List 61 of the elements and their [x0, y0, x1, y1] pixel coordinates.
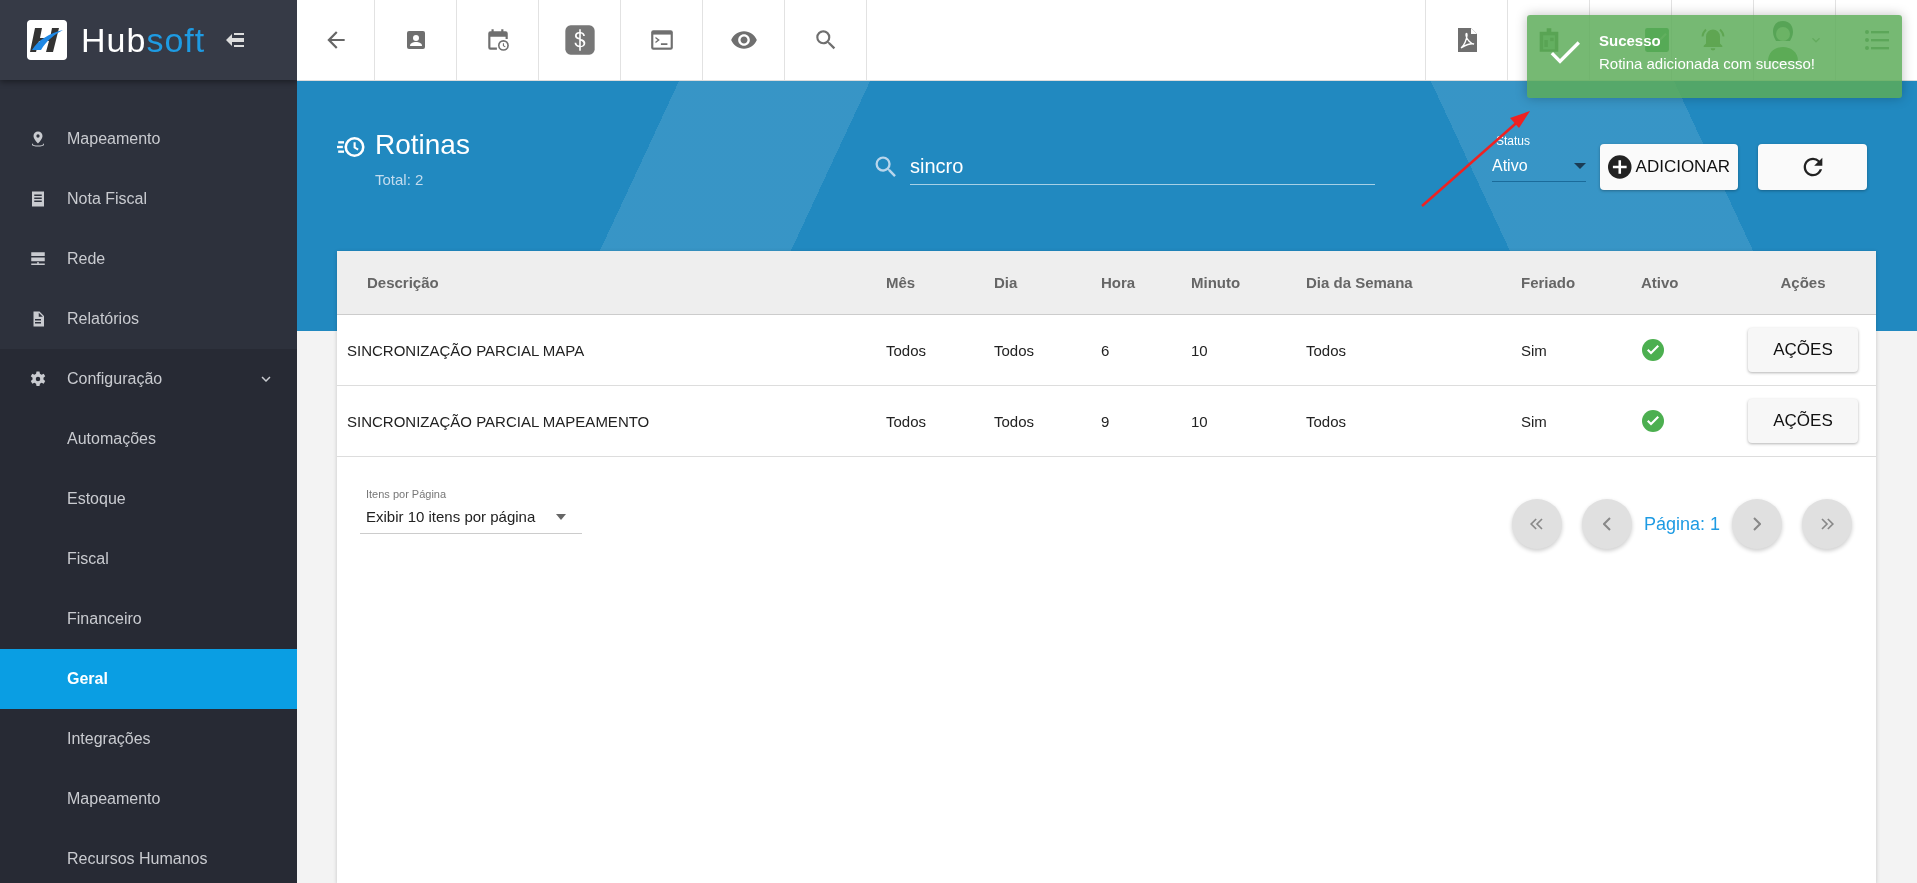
pdf-icon: [1455, 27, 1478, 53]
sidebar-item[interactable]: Automações: [0, 409, 297, 469]
table-cell-text: 10: [1190, 340, 1209, 361]
table-cell-text: SINCRONIZAÇÃO PARCIAL MAPA: [346, 340, 586, 361]
table-cell-text: Todos: [1305, 340, 1348, 361]
toast-title: Sucesso: [1599, 32, 1661, 49]
table-cell-text: Todos: [993, 340, 1036, 361]
table-cell-text: Todos: [1305, 411, 1348, 432]
table-cell-text: Todos: [885, 411, 928, 432]
table-cell-text: 9: [1100, 411, 1111, 432]
map-pin-icon: [29, 130, 47, 148]
sidebar-item[interactable]: Financeiro: [0, 589, 297, 649]
settings-icon: [29, 370, 47, 388]
plus-circle-icon: [1608, 155, 1632, 179]
server-icon: [29, 250, 47, 268]
search-field[interactable]: sincro: [910, 149, 1375, 185]
chevron-left-icon: [1602, 517, 1611, 531]
sidebar-item[interactable]: Configuração: [0, 349, 297, 409]
items-per-page-select[interactable]: Itens por Página Exibir 10 itens por página: [360, 487, 582, 534]
column-header: Ativo: [1640, 273, 1680, 293]
refresh-button[interactable]: [1758, 144, 1867, 190]
last-page-button[interactable]: [1802, 499, 1852, 549]
column-header: Hora: [1100, 273, 1137, 293]
page-number: Página: 1: [1643, 513, 1720, 535]
add-button[interactable]: ADICIONAR: [1600, 144, 1738, 190]
table-cell-text: SINCRONIZAÇÃO PARCIAL MAPEAMENTO: [346, 411, 651, 432]
document-icon: [29, 190, 47, 208]
table-cell-text: Todos: [993, 411, 1036, 432]
toast-message: Rotina adicionada com sucesso!: [1599, 55, 1815, 72]
table-cell-text: 6: [1100, 340, 1111, 361]
sidebar-item[interactable]: Integrações: [0, 709, 297, 769]
table-cell-text: Sim: [1520, 411, 1548, 432]
sidebar-item[interactable]: Fiscal: [0, 529, 297, 589]
sidebar-item[interactable]: Estoque: [0, 469, 297, 529]
chevron-right-icon: [1753, 517, 1761, 531]
table-cell-text: Todos: [885, 340, 928, 361]
column-header: Dia: [993, 273, 1019, 293]
column-header: Feriado: [1520, 273, 1577, 293]
table-cell-text: 10: [1190, 411, 1209, 432]
column-header: Dia da Semana: [1305, 273, 1414, 293]
sidebar-item[interactable]: Rede: [0, 229, 297, 289]
sidebar-item[interactable]: Nota Fiscal: [0, 169, 297, 229]
column-header: Descrição: [366, 273, 440, 293]
total-count: Total: 2: [375, 171, 425, 188]
sidebar-item[interactable]: Mapeamento: [0, 109, 297, 169]
first-page-button[interactable]: [1511, 499, 1562, 549]
table-cell-text: Sim: [1520, 340, 1548, 361]
actions-button[interactable]: AÇÕES: [1748, 399, 1858, 443]
column-header: Minuto: [1190, 273, 1242, 293]
sidebar-item[interactable]: Mapeamento: [0, 769, 297, 829]
actions-button[interactable]: AÇÕES: [1748, 328, 1858, 372]
collapse-menu-icon[interactable]: [225, 32, 246, 48]
column-header: Mês: [885, 273, 917, 293]
dollar-icon: [563, 24, 596, 56]
column-header: Ações: [1779, 273, 1827, 293]
page-title: Rotinas: [375, 129, 470, 161]
terminal-icon: [648, 27, 675, 53]
sidebar-item[interactable]: Relatórios: [0, 289, 297, 349]
logo-icon: [27, 20, 67, 60]
sidebar-item[interactable]: Recursos Humanos: [0, 829, 297, 883]
brand-name: Hubsoft: [81, 20, 206, 60]
